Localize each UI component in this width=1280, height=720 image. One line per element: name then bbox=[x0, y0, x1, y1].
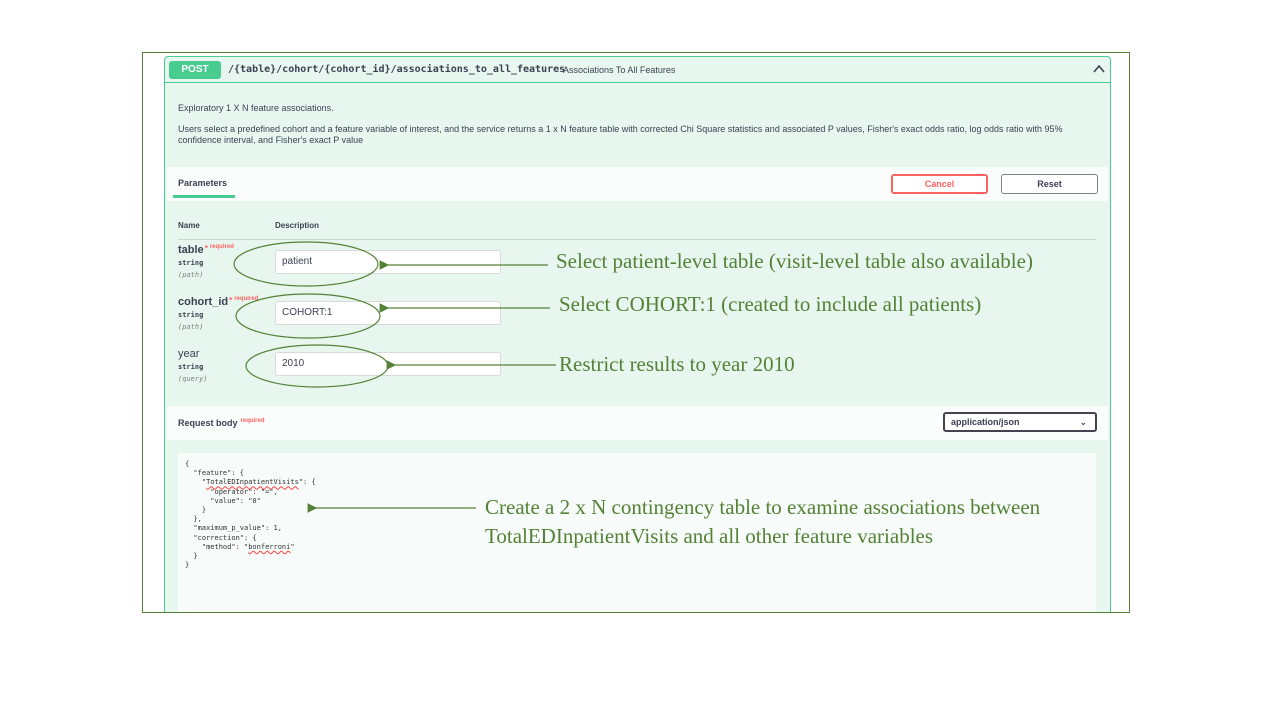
highlight-ellipse-table bbox=[233, 241, 379, 287]
annotation-cohort: Select COHORT:1 (created to include all … bbox=[559, 292, 982, 316]
annotation-table: Select patient-level table (visit-level … bbox=[556, 249, 1033, 273]
annotation-year: Restrict results to year 2010 bbox=[559, 352, 795, 376]
highlight-ellipse-cohort bbox=[235, 293, 381, 339]
highlight-ellipse-year bbox=[245, 344, 389, 388]
annotation-body: Create a 2 x N contingency table to exam… bbox=[485, 495, 1041, 548]
